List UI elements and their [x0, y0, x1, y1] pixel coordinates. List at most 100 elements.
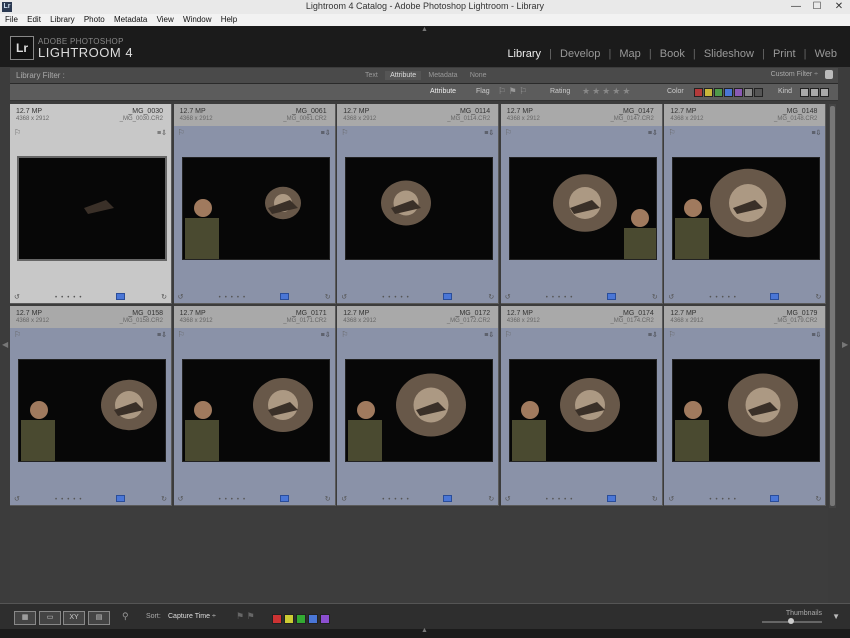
- thumbnail-size-knob[interactable]: [788, 618, 794, 624]
- module-print[interactable]: Print: [773, 48, 796, 60]
- rating-dots[interactable]: •••••: [382, 497, 413, 503]
- rotate-right-icon[interactable]: ↻: [325, 293, 331, 301]
- rotate-left-icon[interactable]: ↺: [505, 293, 511, 301]
- color-swatch-yellow[interactable]: [704, 88, 713, 97]
- rating-dots[interactable]: •••••: [709, 295, 740, 301]
- menu-library[interactable]: Library: [50, 14, 74, 26]
- rotate-right-icon[interactable]: ↻: [488, 293, 494, 301]
- rotate-right-icon[interactable]: ↻: [488, 495, 494, 503]
- toolbar-label-blue[interactable]: [308, 614, 318, 624]
- thumbnail-cell[interactable]: 12.7 MP 4368 x 2912 _MG_0158 _MG_0158.CR2 ⚐ ≡…: [10, 306, 172, 506]
- rotate-right-icon[interactable]: ↻: [161, 293, 167, 301]
- flag-icon[interactable]: ⚐: [178, 129, 186, 137]
- metadata-badge-icon[interactable]: ≡⇩: [157, 331, 167, 339]
- bottom-panel-toggle-icon[interactable]: ▲: [421, 627, 428, 634]
- module-web[interactable]: Web: [815, 48, 837, 60]
- toolbar-label-green[interactable]: [296, 614, 306, 624]
- menu-edit[interactable]: Edit: [27, 14, 41, 26]
- rotate-right-icon[interactable]: ↻: [652, 293, 658, 301]
- thumbnail-cell[interactable]: 12.7 MP 4368 x 2912 _MG_0174 _MG_0174.CR2 ⚐ ≡…: [500, 306, 663, 506]
- metadata-badge-icon[interactable]: ≡⇩: [484, 129, 494, 137]
- rotate-right-icon[interactable]: ↻: [816, 293, 822, 301]
- flag-filter-icons[interactable]: ⚐ ⚑ ⚐: [498, 86, 527, 97]
- metadata-badge-icon[interactable]: ≡⇩: [321, 331, 331, 339]
- metadata-badge-icon[interactable]: ≡⇩: [648, 331, 658, 339]
- sort-select[interactable]: Capture Time ÷: [168, 613, 216, 620]
- flag-icon[interactable]: ⚐: [668, 129, 676, 137]
- thumbnail-cell[interactable]: 12.7 MP 4368 x 2912 _MG_0061 _MG_0061.CR2 ⚐ ≡…: [173, 104, 336, 304]
- photo-thumbnail[interactable]: [181, 359, 330, 462]
- photo-thumbnail[interactable]: [672, 359, 821, 462]
- photo-thumbnail[interactable]: [508, 157, 657, 260]
- flag-toolbar-icon[interactable]: ⚑ ⚑: [236, 611, 255, 622]
- rotate-left-icon[interactable]: ↺: [668, 293, 674, 301]
- filter-preset-select[interactable]: Custom Filter ÷: [771, 71, 818, 78]
- filter-tab-none[interactable]: None: [465, 71, 492, 80]
- toolbar-menu-icon[interactable]: ▼: [832, 612, 840, 621]
- toolbar-label-yellow[interactable]: [284, 614, 294, 624]
- rotate-left-icon[interactable]: ↺: [14, 293, 20, 301]
- photo-thumbnail[interactable]: [181, 157, 330, 260]
- rotate-right-icon[interactable]: ↻: [325, 495, 331, 503]
- maximize-button[interactable]: ☐: [806, 0, 828, 14]
- photo-thumbnail[interactable]: [18, 359, 166, 462]
- metadata-badge-icon[interactable]: ≡⇩: [484, 331, 494, 339]
- thumbnail-cell[interactable]: 12.7 MP 4368 x 2912 _MG_0030 _MG_0030.CR2 ⚐ ≡…: [10, 104, 172, 304]
- rotate-left-icon[interactable]: ↺: [505, 495, 511, 503]
- rotate-right-icon[interactable]: ↻: [161, 495, 167, 503]
- thumbnail-cell[interactable]: 12.7 MP 4368 x 2912 _MG_0172 _MG_0172.CR2 ⚐ ≡…: [337, 306, 500, 506]
- rating-dots[interactable]: •••••: [382, 295, 413, 301]
- flag-icon[interactable]: ⚐: [178, 331, 186, 339]
- thumbnail-cell[interactable]: 12.7 MP 4368 x 2912 _MG_0148 _MG_0148.CR2 ⚐ ≡…: [664, 104, 827, 304]
- flag-icon[interactable]: ⚐: [341, 129, 349, 137]
- rotate-left-icon[interactable]: ↺: [341, 495, 347, 503]
- photo-thumbnail[interactable]: [672, 157, 821, 260]
- loupe-view-icon[interactable]: ▭: [39, 611, 61, 625]
- rotate-right-icon[interactable]: ↻: [816, 495, 822, 503]
- filter-tab-attribute[interactable]: Attribute: [385, 71, 422, 80]
- menu-view[interactable]: View: [157, 14, 174, 26]
- metadata-badge-icon[interactable]: ≡⇩: [648, 129, 658, 137]
- metadata-badge-icon[interactable]: ≡⇩: [157, 129, 167, 137]
- rotate-left-icon[interactable]: ↺: [178, 293, 184, 301]
- flag-icon[interactable]: ⚐: [668, 331, 676, 339]
- kind-virtual-icon[interactable]: [810, 88, 819, 97]
- rotate-left-icon[interactable]: ↺: [14, 495, 20, 503]
- lock-icon[interactable]: [825, 70, 833, 79]
- rating-dots[interactable]: •••••: [55, 295, 86, 301]
- rating-dots[interactable]: •••••: [55, 497, 86, 503]
- menu-help[interactable]: Help: [221, 14, 237, 26]
- rotate-right-icon[interactable]: ↻: [652, 495, 658, 503]
- painter-icon[interactable]: ⚲: [122, 611, 129, 622]
- flag-icon[interactable]: ⚐: [14, 129, 22, 137]
- color-swatch-blue[interactable]: [724, 88, 733, 97]
- rating-dots[interactable]: •••••: [546, 497, 577, 503]
- rotate-left-icon[interactable]: ↺: [178, 495, 184, 503]
- photo-thumbnail[interactable]: [345, 359, 494, 462]
- color-swatch-green[interactable]: [714, 88, 723, 97]
- menu-photo[interactable]: Photo: [84, 14, 105, 26]
- kind-master-icon[interactable]: [800, 88, 809, 97]
- color-swatch-red[interactable]: [694, 88, 703, 97]
- module-slideshow[interactable]: Slideshow: [704, 48, 754, 60]
- photo-thumbnail[interactable]: [508, 359, 657, 462]
- thumbnail-cell[interactable]: 12.7 MP 4368 x 2912 _MG_0147 _MG_0147.CR2 ⚐ ≡…: [500, 104, 663, 304]
- photo-thumbnail[interactable]: [17, 156, 167, 261]
- toolbar-label-red[interactable]: [272, 614, 282, 624]
- flag-icon[interactable]: ⚐: [341, 331, 349, 339]
- filter-tab-metadata[interactable]: Metadata: [423, 71, 462, 80]
- module-library[interactable]: Library: [507, 48, 541, 60]
- scroll-thumb[interactable]: [830, 106, 835, 506]
- module-map[interactable]: Map: [619, 48, 640, 60]
- color-swatch-purple[interactable]: [734, 88, 743, 97]
- thumbnail-cell[interactable]: 12.7 MP 4368 x 2912 _MG_0179 _MG_0179.CR2 ⚐ ≡…: [664, 306, 827, 506]
- metadata-badge-icon[interactable]: ≡⇩: [811, 331, 821, 339]
- menu-file[interactable]: File: [5, 14, 18, 26]
- rating-dots[interactable]: •••••: [219, 497, 250, 503]
- rotate-left-icon[interactable]: ↺: [668, 495, 674, 503]
- rating-dots[interactable]: •••••: [546, 295, 577, 301]
- survey-view-icon[interactable]: ▤: [88, 611, 110, 625]
- menu-window[interactable]: Window: [183, 14, 211, 26]
- color-swatch-custom[interactable]: [744, 88, 753, 97]
- color-swatch-none[interactable]: [754, 88, 763, 97]
